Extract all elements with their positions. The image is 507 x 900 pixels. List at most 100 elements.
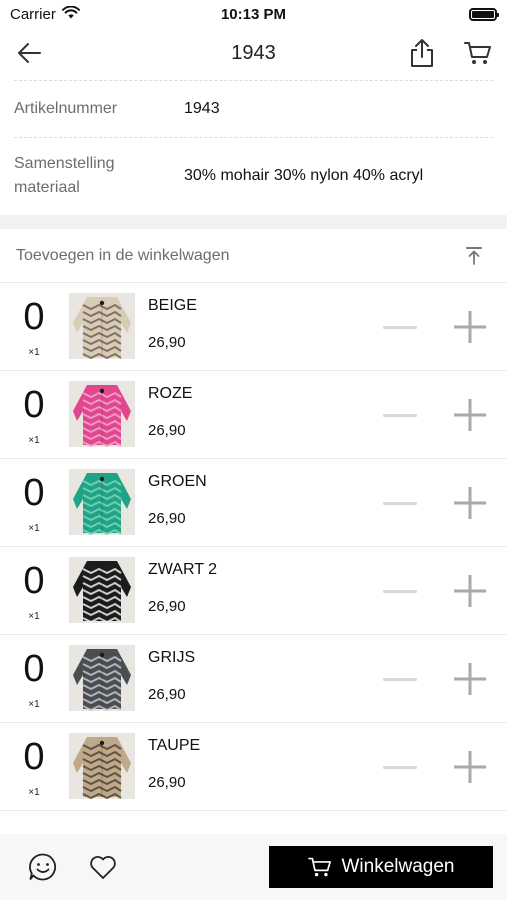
quantity-multiplier: ×1 bbox=[28, 347, 40, 358]
quantity-value: 0 bbox=[23, 296, 45, 338]
cardigan-image bbox=[69, 381, 135, 447]
quantity-multiplier: ×1 bbox=[28, 699, 40, 710]
nav-bar: 1943 bbox=[0, 28, 507, 78]
variant-name: TAUPE bbox=[148, 737, 201, 754]
cart-button-label: Winkelwagen bbox=[341, 856, 455, 877]
minus-icon bbox=[383, 325, 417, 329]
plus-icon bbox=[454, 487, 486, 519]
variant-row: 0 ×1 TAUPE 26,90 bbox=[0, 723, 507, 811]
quantity-value: 0 bbox=[23, 736, 45, 778]
increase-quantity-button[interactable] bbox=[448, 571, 492, 611]
increase-quantity-button[interactable] bbox=[448, 747, 492, 787]
plus-icon bbox=[454, 311, 486, 343]
variant-list: 0 ×1 BEIGE 26,90 0 ×1 ROZE 26,90 0 ×1 GR… bbox=[0, 283, 507, 811]
share-icon bbox=[411, 39, 433, 67]
status-left: Carrier bbox=[10, 5, 80, 23]
back-arrow-icon bbox=[18, 43, 41, 63]
increase-quantity-button[interactable] bbox=[448, 483, 492, 523]
bottom-bar: Winkelwagen bbox=[0, 834, 507, 900]
cart-icon bbox=[307, 857, 331, 877]
section-title: Toevoegen in de winkelwagen bbox=[16, 246, 230, 264]
scroll-to-top-icon bbox=[466, 246, 482, 265]
variant-row: 0 ×1 ZWART 2 26,90 bbox=[0, 547, 507, 635]
decrease-quantity-button[interactable] bbox=[380, 749, 420, 785]
quantity-multiplier: ×1 bbox=[28, 435, 40, 446]
quantity-multiplier: ×1 bbox=[28, 611, 40, 622]
quantity-value: 0 bbox=[23, 384, 45, 426]
variant-thumbnail[interactable] bbox=[69, 293, 135, 359]
nav-actions bbox=[405, 36, 495, 70]
decrease-quantity-button[interactable] bbox=[380, 309, 420, 345]
cardigan-image bbox=[69, 733, 135, 799]
decrease-quantity-button[interactable] bbox=[380, 397, 420, 433]
variant-price: 26,90 bbox=[148, 334, 186, 351]
cardigan-image bbox=[69, 293, 135, 359]
quantity-value: 0 bbox=[23, 560, 45, 602]
variant-thumbnail[interactable] bbox=[69, 733, 135, 799]
spec-value: 1943 bbox=[184, 100, 220, 117]
chat-button[interactable] bbox=[26, 850, 60, 884]
quantity-multiplier: ×1 bbox=[28, 523, 40, 534]
minus-icon bbox=[383, 677, 417, 681]
status-bar: Carrier 10:13 PM bbox=[0, 0, 507, 28]
spec-row-material: Samenstelling materiaal 30% mohair 30% n… bbox=[14, 138, 493, 214]
variant-row: 0 ×1 ROZE 26,90 bbox=[0, 371, 507, 459]
cardigan-image bbox=[69, 469, 135, 535]
carrier-label: Carrier bbox=[10, 5, 56, 23]
variant-price: 26,90 bbox=[148, 774, 186, 791]
variant-price: 26,90 bbox=[148, 422, 186, 439]
quantity-value: 0 bbox=[23, 648, 45, 690]
variant-thumbnail[interactable] bbox=[69, 557, 135, 623]
spec-value: 30% mohair 30% nylon 40% acryl bbox=[184, 167, 424, 184]
variant-thumbnail[interactable] bbox=[69, 381, 135, 447]
variant-thumbnail[interactable] bbox=[69, 645, 135, 711]
minus-icon bbox=[383, 765, 417, 769]
minus-icon bbox=[383, 413, 417, 417]
cardigan-image bbox=[69, 557, 135, 623]
back-button[interactable] bbox=[12, 36, 46, 70]
increase-quantity-button[interactable] bbox=[448, 395, 492, 435]
cart-icon bbox=[464, 42, 491, 64]
variant-name: GROEN bbox=[148, 473, 207, 490]
heart-icon bbox=[90, 856, 116, 879]
variant-name: ROZE bbox=[148, 385, 193, 402]
increase-quantity-button[interactable] bbox=[448, 659, 492, 699]
variant-name: BEIGE bbox=[148, 297, 197, 314]
share-button[interactable] bbox=[405, 36, 439, 70]
plus-icon bbox=[454, 575, 486, 607]
variant-name: GRIJS bbox=[148, 649, 196, 666]
quantity-value: 0 bbox=[23, 472, 45, 514]
bottom-actions bbox=[26, 850, 120, 884]
plus-icon bbox=[454, 663, 486, 695]
add-to-cart-button[interactable]: Winkelwagen bbox=[269, 846, 493, 888]
battery-icon bbox=[469, 7, 499, 21]
quantity-multiplier: ×1 bbox=[28, 787, 40, 798]
cardigan-image bbox=[69, 645, 135, 711]
wifi-icon bbox=[61, 5, 80, 23]
cart-button-top[interactable] bbox=[461, 36, 495, 70]
decrease-quantity-button[interactable] bbox=[380, 485, 420, 521]
variant-row: 0 ×1 GRIJS 26,90 bbox=[0, 635, 507, 723]
favorite-button[interactable] bbox=[86, 850, 120, 884]
plus-icon bbox=[454, 399, 486, 431]
variant-price: 26,90 bbox=[148, 598, 186, 615]
plus-icon bbox=[454, 751, 486, 783]
decrease-quantity-button[interactable] bbox=[380, 661, 420, 697]
variant-row: 0 ×1 GROEN 26,90 bbox=[0, 459, 507, 547]
spec-label: Artikelnummer bbox=[14, 100, 118, 117]
increase-quantity-button[interactable] bbox=[448, 307, 492, 347]
variant-row: 0 ×1 BEIGE 26,90 bbox=[0, 283, 507, 371]
variant-price: 26,90 bbox=[148, 686, 186, 703]
section-divider bbox=[0, 215, 507, 229]
minus-icon bbox=[383, 589, 417, 593]
minus-icon bbox=[383, 501, 417, 505]
decrease-quantity-button[interactable] bbox=[380, 573, 420, 609]
variant-thumbnail[interactable] bbox=[69, 469, 135, 535]
chat-smiley-icon bbox=[29, 853, 57, 881]
variant-price: 26,90 bbox=[148, 510, 186, 527]
spec-label: Samenstelling materiaal bbox=[14, 155, 115, 196]
spec-table: Artikelnummer 1943 Samenstelling materia… bbox=[0, 80, 507, 214]
add-to-cart-header: Toevoegen in de winkelwagen bbox=[0, 229, 507, 283]
spec-row-article-number: Artikelnummer 1943 bbox=[14, 80, 493, 138]
scroll-top-button[interactable] bbox=[457, 239, 491, 273]
